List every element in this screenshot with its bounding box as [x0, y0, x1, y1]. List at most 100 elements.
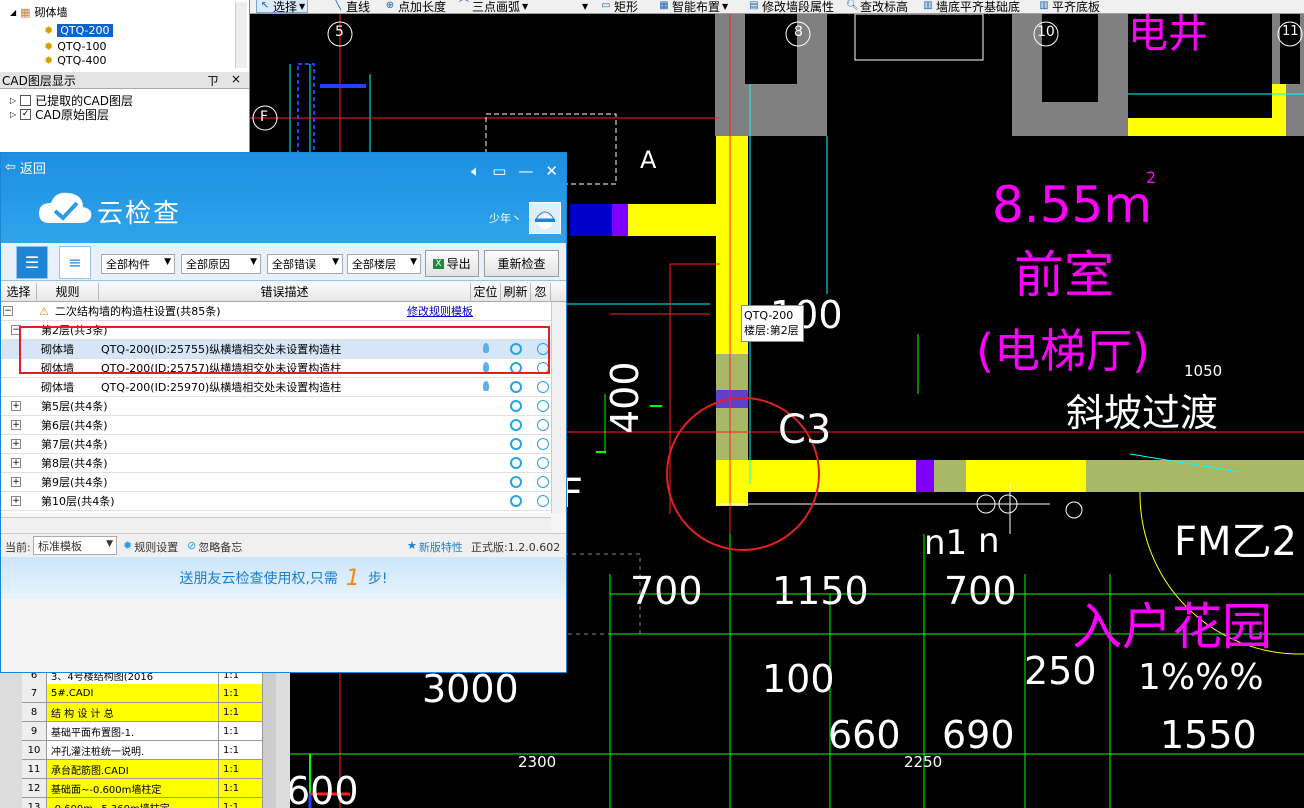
tree-scrollbar[interactable] — [235, 2, 247, 68]
expand-icon[interactable]: + — [11, 420, 21, 430]
refresh-icon[interactable] — [510, 457, 522, 469]
wall-align-icon: ▥ — [923, 0, 933, 11]
align-slab-tool[interactable]: ▥ 平齐底板 — [1038, 0, 1100, 14]
tree-item-qtq200[interactable]: ✹ QTQ-200 — [44, 22, 113, 38]
column-description[interactable]: 错误描述 — [99, 283, 471, 302]
cloud-toolbar: ☰ ≡ 全部构件 ▼ 全部原因 ▼ 全部错误 ▼ 全部楼层 ▼ X 导出 重新检查 — [1, 243, 566, 281]
select-tool[interactable]: ↖ 选择 ▼ — [256, 0, 309, 14]
floor-row-5[interactable]: + 第5层(共4条) — [1, 397, 551, 416]
layer-item-original[interactable]: ▷ ✓ CAD原始图层 — [10, 106, 109, 122]
floor-row-6[interactable]: + 第6层(共4条) — [1, 416, 551, 435]
list-item[interactable]: 10 冲孔灌注桩统一说明. 1:1 — [22, 741, 276, 760]
group-row[interactable]: − ⚠ 二次结构墙的构造柱设置(共85条) 修改规则模板 — [1, 302, 551, 321]
template-select[interactable]: 标准模板 ▼ — [33, 536, 117, 555]
refresh-icon[interactable] — [510, 476, 522, 488]
tree-root[interactable]: ◢ ▦ 砌体墙 — [10, 4, 68, 20]
promo-banner[interactable]: 送朋友云检查使用权,只需 1 步! — [1, 557, 566, 599]
wall-align-tool[interactable]: ▥ 墙底平齐基础底 — [922, 0, 1021, 14]
column-ignore[interactable]: 忽略 — [531, 283, 551, 302]
new-features-link[interactable]: ★ 新版特性 — [407, 539, 463, 555]
modify-template-link[interactable]: 修改规则模板 — [407, 302, 473, 321]
list-item[interactable]: 11 承台配筋图.CADI 1:1 — [22, 760, 276, 779]
ignore-icon[interactable] — [537, 381, 549, 393]
ignore-icon[interactable] — [537, 476, 549, 488]
column-rule[interactable]: 规则 — [37, 283, 99, 302]
speaker-icon[interactable]: 🔈︎ — [471, 162, 480, 180]
floor-row-8[interactable]: + 第8层(共4条) — [1, 454, 551, 473]
recheck-button[interactable]: 重新检查 — [484, 250, 559, 277]
grid-vertical-scrollbar[interactable] — [551, 302, 566, 513]
arc-tool[interactable]: ⌒ 三点画弧 ▼ — [458, 0, 528, 14]
ignore-icon[interactable] — [537, 419, 549, 431]
close-icon[interactable]: × — [231, 72, 241, 89]
collapse-icon[interactable]: − — [3, 306, 13, 316]
ignore-icon[interactable] — [537, 438, 549, 450]
ignore-icon[interactable] — [537, 400, 549, 412]
locate-icon[interactable] — [483, 381, 489, 391]
cloud-bottom-area — [1, 599, 566, 672]
list-item[interactable]: 7 5#.CADI 1:1 — [22, 684, 276, 703]
filter-components[interactable]: 全部构件 ▼ — [101, 254, 175, 274]
column-locate[interactable]: 定位 — [471, 283, 501, 302]
expand-icon: ▷ — [10, 95, 17, 105]
message-icon[interactable]: ▭ — [492, 162, 506, 180]
ignore-icon[interactable] — [537, 495, 549, 507]
refresh-icon[interactable] — [510, 438, 522, 450]
chevron-down-icon: ▼ — [582, 1, 589, 11]
list-item[interactable]: 8结 构 设 计 总 1:1 — [22, 703, 276, 722]
grid-horizontal-scrollbar[interactable] — [1, 517, 551, 531]
layer-checkbox-extracted[interactable] — [20, 94, 32, 106]
excel-icon: X — [433, 258, 444, 269]
tab-list-view[interactable]: ☰ — [16, 246, 48, 279]
wall-align-label: 墙底平齐基础底 — [936, 0, 1021, 14]
ignore-memo-button[interactable]: ⊘ 忽略备忘 — [187, 539, 242, 555]
drawing-list-scrollbar[interactable] — [262, 672, 276, 808]
floor-row-10[interactable]: + 第10层(共4条) — [1, 492, 551, 511]
line-tool[interactable]: ╲ 直线 — [332, 0, 370, 14]
expand-icon[interactable]: + — [11, 477, 21, 487]
avatar[interactable] — [529, 202, 561, 234]
chevron-down-icon: ▼ — [250, 257, 257, 267]
expand-icon[interactable]: + — [11, 401, 21, 411]
column-refresh[interactable]: 刷新 — [501, 283, 531, 302]
expand-icon[interactable]: + — [11, 439, 21, 449]
electrical-shaft-label: 电井 — [1128, 11, 1208, 57]
expand-icon[interactable]: + — [11, 458, 21, 468]
filter-floors[interactable]: 全部楼层 ▼ — [347, 254, 421, 274]
user-helmet-icon — [535, 211, 555, 229]
expand-icon[interactable]: + — [11, 496, 21, 506]
refresh-icon[interactable] — [510, 381, 522, 393]
table-row[interactable]: 砌体墙 QTQ-200(ID:25970)纵横墙相交处未设置构造柱 — [1, 378, 551, 397]
check-elevation-tool[interactable]: 🔍︎ 查改标高 — [846, 0, 908, 14]
list-item[interactable]: 13-0.600m~5.360m墙柱定1:1 — [22, 798, 276, 808]
user-name[interactable]: 少年丶 — [489, 210, 522, 226]
floor-row-9[interactable]: + 第9层(共4条) — [1, 473, 551, 492]
column-select[interactable]: 选择 — [1, 283, 37, 302]
point-length-tool[interactable]: ⊕ 点加长度 — [384, 0, 446, 14]
back-button[interactable]: ⇦ 返回 — [5, 158, 46, 177]
refresh-icon[interactable] — [510, 400, 522, 412]
list-item[interactable]: 9 基础平面布置图-1. 1:1 — [22, 722, 276, 741]
rect-tool[interactable]: ▭ 矩形 — [600, 0, 638, 14]
minimize-icon[interactable]: — — [518, 162, 533, 180]
rule-settings-button[interactable]: ✹ 规则设置 — [123, 539, 178, 555]
floor-row-7[interactable]: + 第7层(共4条) — [1, 435, 551, 454]
tab-tree-view[interactable]: ≡ — [59, 246, 91, 279]
cloud-check-header: ⇦ 返回 云检查 🔈︎ ▭ — ✕ 少年丶 — [1, 153, 566, 243]
refresh-icon[interactable] — [510, 419, 522, 431]
filter-reasons[interactable]: 全部原因 ▼ — [181, 254, 261, 274]
list-item[interactable]: 12 基础面~-0.600m墙柱定 1:1 — [22, 779, 276, 798]
ignore-icon[interactable] — [537, 457, 549, 469]
tree-item-qtq100[interactable]: ✹ QTQ-100 — [44, 38, 107, 54]
filter-errors[interactable]: 全部错误 ▼ — [267, 254, 343, 274]
export-button[interactable]: X 导出 — [425, 250, 479, 277]
layer-checkbox-original[interactable]: ✓ — [20, 108, 32, 120]
close-icon[interactable]: ✕ — [545, 162, 558, 180]
smart-layout-tool[interactable]: ▦ 智能布置 ▼ — [658, 0, 728, 14]
cloud-check-logo — [39, 192, 92, 223]
pin-icon[interactable]: ㄗ — [207, 72, 219, 89]
modify-wall-tool[interactable]: ▤ 修改墙段属性 — [748, 0, 834, 14]
tree-item-qtq400[interactable]: ✹ QTQ-400 — [44, 54, 107, 66]
dropdown-blank[interactable]: ▼ — [582, 0, 588, 13]
refresh-icon[interactable] — [510, 495, 522, 507]
